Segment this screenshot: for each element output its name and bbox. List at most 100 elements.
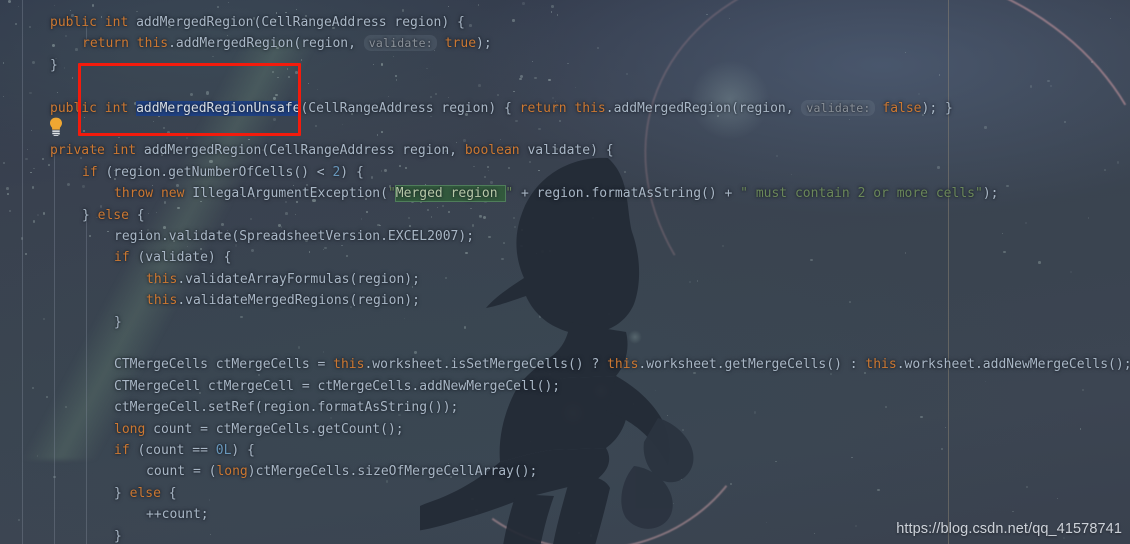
code-token: long [216,464,248,480]
code-token: ctMergeCell.setRef(region.formatAsString… [114,400,459,416]
code-token: (validate) { [129,250,232,266]
code-token: { [128,207,145,223]
code-line[interactable] [0,76,1130,97]
code-line[interactable]: this.validateArrayFormulas(region); [0,269,1130,290]
code-token: ); } [921,100,953,116]
code-token: if [82,164,98,180]
code-token: " must contain 2 or more cells" [740,186,983,202]
code-line[interactable]: ctMergeCell.setRef(region.formatAsString… [0,397,1130,418]
code-token: public [50,15,97,30]
code-token: else [97,207,129,223]
code-line[interactable]: CTMergeCells ctMergeCells = this.workshe… [0,354,1130,375]
code-token: if [114,250,130,266]
code-token: private [50,143,105,159]
code-token: this [146,293,178,309]
code-token: this [607,357,639,373]
code-line[interactable]: } [0,55,1130,76]
code-line[interactable]: if (validate) { [0,247,1130,268]
code-token: count = ( [146,464,217,480]
code-token: this [333,357,365,373]
code-token: this [574,100,606,116]
code-token: } [82,207,98,223]
code-token: } [50,57,58,73]
code-line[interactable]: region.validate(SpreadsheetVersion.EXCEL… [0,226,1130,247]
code-line[interactable]: } else { [0,205,1130,226]
code-token: this [865,357,897,373]
code-token: ; [200,507,209,523]
code-token: .validateMergedRegions(region); [177,293,420,309]
parameter-hint: validate: [363,35,437,52]
code-token: validate) { [519,143,614,159]
code-token: } [114,485,130,501]
code-token: { [160,485,177,501]
code-token: public [50,100,97,116]
code-token: .validateArrayFormulas(region); [177,271,420,287]
code-token: else [129,485,161,501]
code-token: this [146,271,178,287]
code-token: 0L [215,443,232,458]
code-line[interactable]: if (region.getNumberOfCells() < 2) { [0,162,1130,183]
code-token: this [136,36,169,52]
code-token: region.validate(SpreadsheetVersion.EXCEL… [114,229,475,244]
code-token: boolean [464,143,520,159]
code-token: return [82,36,137,52]
code-line[interactable]: CTMergeCell ctMergeCell = ctMergeCells.a… [0,376,1130,397]
code-token: + region.formatAsString() + [513,186,741,202]
code-token: ++count [146,507,201,523]
code-token: CTMergeCell ctMergeCell = ctMergeCells.a… [114,378,561,394]
code-line[interactable]: count = (long)ctMergeCells.sizeOfMergeCe… [0,461,1130,482]
code-token: ) { [340,164,364,180]
code-token: (CellRangeAddress region) [300,100,504,116]
code-editor-surface[interactable]: public int addMergedRegion(CellRangeAddr… [0,0,1130,544]
code-token: (count == [129,443,216,458]
code-token: int [104,100,129,116]
code-line[interactable]: private int addMergedRegion(CellRangeAdd… [0,140,1130,161]
code-token: .worksheet.addNewMergeCells(); [896,357,1130,373]
code-line[interactable]: if (count == 0L) { [0,440,1130,461]
code-line[interactable]: } else { [0,483,1130,504]
code-token: addMergedRegion(CellRangeAddress region)… [128,15,465,30]
code-token: .worksheet.isSetMergeCells() ? [364,357,608,373]
code-token: ); [982,186,999,202]
code-token: } [114,314,122,330]
search-match-text: Merged region [394,185,507,203]
code-line[interactable]: this.validateMergedRegions(region); [0,290,1130,311]
code-line[interactable]: public int addMergedRegion(CellRangeAddr… [0,12,1130,33]
code-token: addMergedRegion(CellRangeAddress region, [136,143,465,159]
code-token: int [104,15,129,30]
watermark: https://blog.csdn.net/qq_41578741 [896,521,1122,537]
code-token: ); [476,36,492,52]
code-line[interactable] [0,333,1130,354]
code-token: { [503,100,520,116]
code-token: .addMergedRegion(region, [168,36,364,52]
code-token: new [160,186,185,202]
code-token: )ctMergeCells.sizeOfMergeCellArray(); [247,464,538,480]
code-token: long [114,421,146,437]
code-token: if [114,443,130,458]
code-token: IllegalArgumentException( [184,186,388,202]
code-token: count = ctMergeCells.getCount(); [145,421,404,437]
code-token: true [444,36,477,52]
code-token: .addMergedRegion(region, [605,100,802,116]
parameter-hint: validate: [801,99,875,116]
code-line[interactable]: } [0,312,1130,333]
code-token: } [114,528,122,544]
code-line[interactable]: throw new IllegalArgumentException("Merg… [0,183,1130,204]
code-token: " [505,186,514,202]
code-token: ) { [231,443,255,458]
code-token: return [519,100,575,116]
code-token: CTMergeCells ctMergeCells = [114,357,334,373]
code-line[interactable]: long count = ctMergeCells.getCount(); [0,419,1130,440]
code-line[interactable]: return this.addMergedRegion(region, vali… [0,33,1130,54]
code-token: .worksheet.getMergeCells() : [638,357,866,373]
code-token: int [112,143,137,159]
code-line[interactable]: public int addMergedRegionUnsafe(CellRan… [0,98,1130,119]
ide-editor-screenshot: public int addMergedRegion(CellRangeAddr… [0,0,1130,544]
code-line[interactable] [0,119,1130,140]
